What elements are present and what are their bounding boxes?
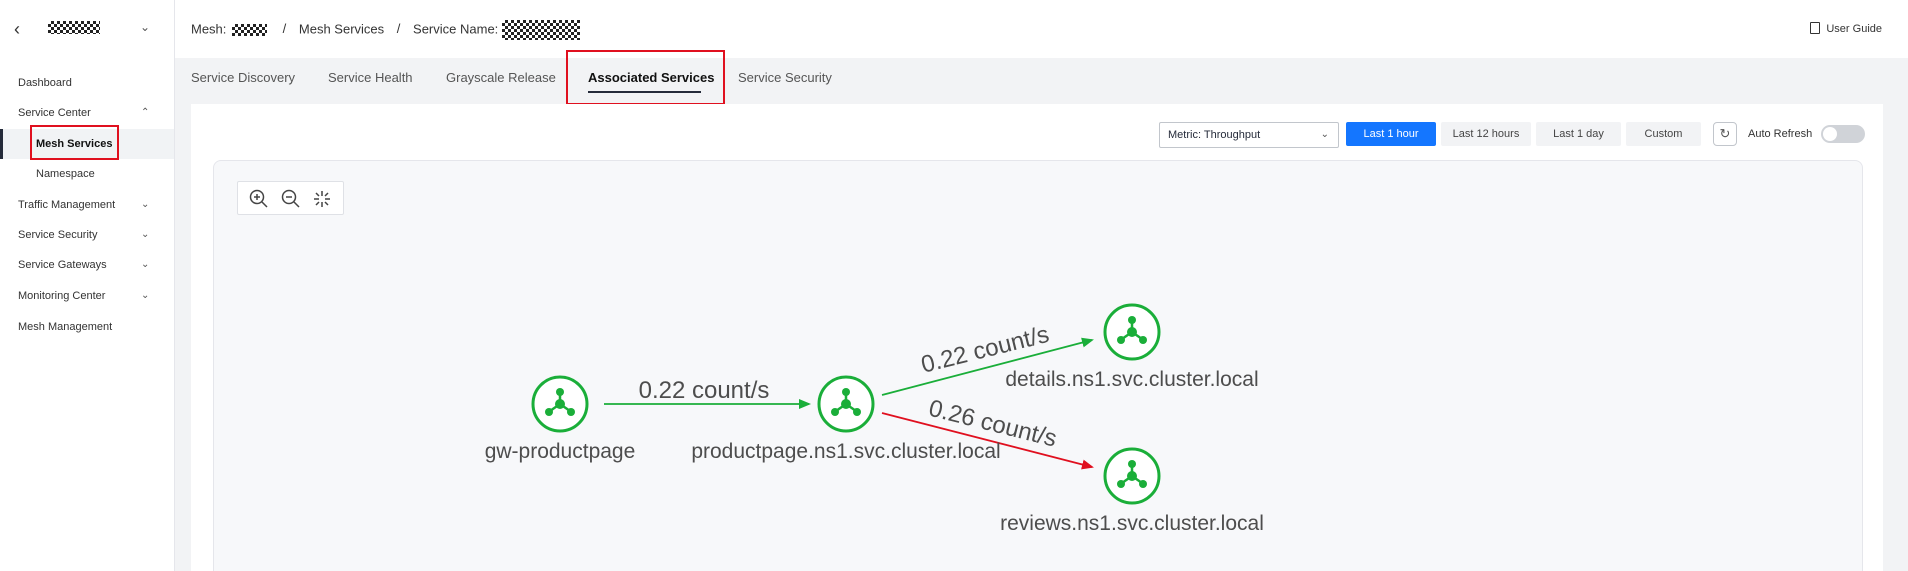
tab-service-discovery[interactable]: Service Discovery [191,68,295,88]
sidebar-item-service-gateways[interactable]: Service Gateways [18,256,107,274]
node-label-reviews: reviews.ns1.svc.cluster.local [1000,512,1264,535]
masked-mesh-name [232,24,268,36]
time-range-last-1-hour[interactable]: Last 1 hour [1346,122,1436,146]
chevron-down-icon: ⌄ [1320,129,1329,140]
service-node-details[interactable] [1103,303,1161,361]
auto-refresh-label: Auto Refresh [1748,128,1813,140]
chevron-down-icon[interactable]: ⌄ [141,287,149,305]
tab-service-health[interactable]: Service Health [328,68,413,88]
masked-service-name [501,20,580,40]
time-range-custom[interactable]: Custom [1626,122,1701,146]
sidebar-item-mesh-management[interactable]: Mesh Management [18,318,112,336]
tab-grayscale-release[interactable]: Grayscale Release [446,68,556,88]
chevron-down-icon[interactable]: ⌄ [141,196,149,214]
service-node-gw-productpage[interactable] [531,375,589,433]
sidebar-item-dashboard[interactable]: Dashboard [18,74,72,92]
time-range-last-1-day[interactable]: Last 1 day [1536,122,1621,146]
tab-service-security[interactable]: Service Security [738,68,832,88]
node-label-details: details.ns1.svc.cluster.local [1005,368,1258,391]
sidebar-header: ‹ ⌄ [0,0,174,56]
user-guide-link[interactable]: User Guide [1810,20,1882,38]
breadcrumb-service-name-label: Service Name: [413,21,499,37]
edge-label-gw-to-productpage: 0.22 count/s [639,377,770,404]
refresh-button[interactable]: ↻ [1713,122,1737,146]
chevron-down-icon[interactable]: ⌄ [141,256,149,274]
sidebar-item-service-security[interactable]: Service Security [18,226,97,244]
metric-select-value: Metric: Throughput [1168,129,1261,141]
sidebar-item-service-center[interactable]: Service Center [18,104,91,122]
user-guide-label: User Guide [1826,23,1882,35]
breadcrumb-mesh-label: Mesh: [191,21,227,37]
chevron-down-icon[interactable]: ⌄ [141,226,149,244]
node-label-productpage: productpage.ns1.svc.cluster.local [691,440,1000,463]
time-range-last-12-hours[interactable]: Last 12 hours [1441,122,1531,146]
main-content: Service Discovery Service Health Graysca… [175,50,1908,571]
breadcrumb-mesh-services-link[interactable]: Mesh Services [299,21,384,36]
breadcrumb-separator: / [396,21,401,37]
book-icon [1810,22,1821,34]
metric-select[interactable]: Metric: Throughput ⌄ [1159,122,1339,148]
service-node-reviews[interactable] [1103,447,1161,505]
sidebar-item-namespace[interactable]: Namespace [36,165,95,183]
service-topology-graph: 0.22 count/s 0.22 count/s 0.26 count/s g… [485,303,1264,535]
top-bar: Mesh: / Mesh Services / Service Name: Us… [175,0,1908,58]
breadcrumb-separator: / [282,21,287,37]
auto-refresh-toggle[interactable] [1821,125,1865,143]
sidebar-item-monitoring-center[interactable]: Monitoring Center [18,287,105,305]
highlight-box-associated-services [566,50,725,105]
service-node-productpage[interactable] [817,375,875,433]
node-label-gw-productpage: gw-productpage [485,440,636,463]
service-graph-panel: 0.22 count/s 0.22 count/s 0.26 count/s g… [213,160,1863,571]
highlight-box-mesh-services [30,125,119,160]
masked-product-name [48,21,100,34]
chevron-up-icon[interactable]: ⌃ [141,104,149,122]
associated-services-card: Metric: Throughput ⌄ Last 1 hour Last 12… [191,104,1883,571]
sidebar-item-traffic-management[interactable]: Traffic Management [18,196,115,214]
chevron-left-icon[interactable]: ‹ [14,20,28,38]
refresh-icon: ↻ [1719,126,1731,141]
chevron-down-icon[interactable]: ⌄ [140,20,150,34]
toggle-knob [1823,127,1837,141]
sidebar: ‹ ⌄ Dashboard Service Center ⌃ Mesh Serv… [0,0,175,571]
breadcrumb: Mesh: / Mesh Services / Service Name: [191,20,580,40]
